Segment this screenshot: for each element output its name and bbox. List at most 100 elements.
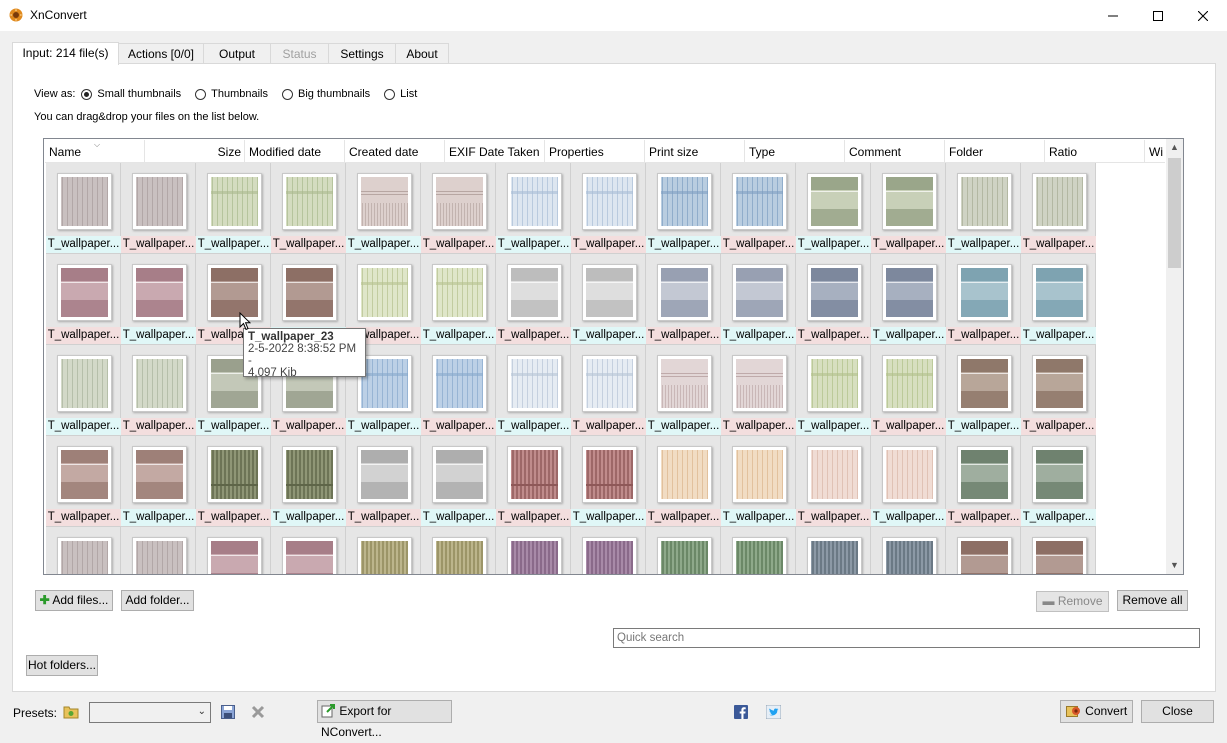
thumbnail-item[interactable]: T_wallpaper... xyxy=(271,163,346,254)
thumbnail-item[interactable]: T_wallpaper... xyxy=(496,163,571,254)
thumbnail-item[interactable]: T_wallpaper... xyxy=(571,527,646,574)
close-window-button[interactable] xyxy=(1180,0,1226,31)
thumbnail-item[interactable]: T_wallpaper... xyxy=(346,436,421,527)
thumbnail-item[interactable]: T_wallpaper... xyxy=(46,254,121,345)
scroll-up-icon[interactable]: ▲ xyxy=(1166,139,1183,156)
tab-input[interactable]: Input: 214 file(s) xyxy=(12,42,119,65)
thumbnail-item[interactable]: T_wallpaper... xyxy=(346,527,421,574)
thumbnail-item[interactable]: T_wallpaper... xyxy=(721,436,796,527)
thumbnail-item[interactable]: T_wallpaper... xyxy=(421,345,496,436)
thumbnail-item[interactable]: T_wallpaper... xyxy=(571,345,646,436)
delete-icon[interactable] xyxy=(251,705,265,719)
thumbnail-item[interactable]: T_wallpaper... xyxy=(946,254,1021,345)
thumbnail-item[interactable]: T_wallpaper... xyxy=(1021,254,1096,345)
thumbnail-item[interactable]: T_wallpaper... xyxy=(646,254,721,345)
thumbnail-item[interactable]: T_wallpaper... xyxy=(421,436,496,527)
twitter-icon[interactable] xyxy=(766,705,781,719)
thumbnail-item[interactable]: T_wallpaper... xyxy=(646,345,721,436)
scroll-down-icon[interactable]: ▼ xyxy=(1166,557,1183,574)
thumbnail-item[interactable]: T_wallpaper... xyxy=(196,436,271,527)
vertical-scrollbar[interactable]: ▲ ▼ xyxy=(1166,139,1183,574)
minimize-button[interactable] xyxy=(1090,0,1136,31)
thumbnail-item[interactable]: T_wallpaper... xyxy=(871,527,946,574)
radio-list[interactable]: List xyxy=(384,88,417,100)
maximize-button[interactable] xyxy=(1135,0,1181,31)
thumbnail-item[interactable]: T_wallpaper... xyxy=(196,163,271,254)
remove-button[interactable]: ▬ Remove xyxy=(1036,591,1109,612)
thumbnail-item[interactable]: T_wallpaper... xyxy=(721,345,796,436)
file-list[interactable]: Name ⌵ Size Modified date Created date E… xyxy=(43,138,1184,575)
thumbnail-item[interactable]: T_wallpaper... xyxy=(121,163,196,254)
thumbnail-item[interactable]: T_wallpaper... xyxy=(421,254,496,345)
thumbnail-item[interactable]: T_wallpaper... xyxy=(496,254,571,345)
thumbnail-item[interactable]: T_wallpaper... xyxy=(871,345,946,436)
thumbnail-item[interactable]: T_wallpaper... xyxy=(946,527,1021,574)
thumbnail-item[interactable]: T_wallpaper... xyxy=(496,345,571,436)
tab-settings[interactable]: Settings xyxy=(328,43,396,64)
thumbnail-item[interactable]: T_wallpaper... xyxy=(46,163,121,254)
column-created-date[interactable]: Created date xyxy=(345,140,445,162)
thumbnail-item[interactable]: T_wallpaper... xyxy=(796,254,871,345)
column-folder[interactable]: Folder xyxy=(945,140,1045,162)
thumbnail-item[interactable]: T_wallpaper... xyxy=(796,345,871,436)
radio-thumbnails[interactable]: Thumbnails xyxy=(195,88,268,100)
thumbnail-item[interactable]: T_wallpaper... xyxy=(1021,345,1096,436)
quick-search-input[interactable]: Quick search xyxy=(613,628,1200,648)
thumbnail-item[interactable]: T_wallpaper... xyxy=(871,254,946,345)
column-ratio[interactable]: Ratio xyxy=(1045,140,1145,162)
column-properties[interactable]: Properties xyxy=(545,140,645,162)
column-print-size[interactable]: Print size xyxy=(645,140,745,162)
facebook-icon[interactable] xyxy=(734,705,748,719)
thumbnail-item[interactable]: T_wallpaper... xyxy=(571,163,646,254)
thumbnail-item[interactable]: T_wallpaper... xyxy=(46,527,121,574)
add-files-button[interactable]: ✚ Add files... xyxy=(35,590,113,611)
thumbnail-item[interactable]: T_wallpaper... xyxy=(871,163,946,254)
thumbnail-item[interactable]: T_wallpaper... xyxy=(271,436,346,527)
thumbnail-item[interactable]: T_wallpaper... xyxy=(721,254,796,345)
tab-output[interactable]: Output xyxy=(203,43,271,64)
thumbnail-item[interactable]: T_wallpaper... xyxy=(646,163,721,254)
column-modified-date[interactable]: Modified date xyxy=(245,140,345,162)
thumbnail-item[interactable]: T_wallpaper... xyxy=(46,345,121,436)
column-type[interactable]: Type xyxy=(745,140,845,162)
radio-big-thumbnails[interactable]: Big thumbnails xyxy=(282,88,370,100)
thumbnail-item[interactable]: T_wallpaper... xyxy=(46,436,121,527)
column-size[interactable]: Size xyxy=(145,140,245,162)
thumbnail-item[interactable]: T_wallpaper... xyxy=(571,254,646,345)
save-icon[interactable] xyxy=(221,705,235,719)
thumbnail-item[interactable]: T_wallpaper... xyxy=(946,163,1021,254)
thumbnail-item[interactable]: T_wallpaper... xyxy=(496,527,571,574)
convert-button[interactable]: Convert xyxy=(1060,700,1133,723)
tab-actions[interactable]: Actions [0/0] xyxy=(118,43,204,64)
thumbnail-item[interactable]: T_wallpaper... xyxy=(1021,436,1096,527)
add-folder-button[interactable]: Add folder... xyxy=(121,590,194,611)
thumbnail-item[interactable]: T_wallpaper... xyxy=(1021,527,1096,574)
thumbnail-item[interactable]: T_wallpaper... xyxy=(121,345,196,436)
thumbnail-item[interactable]: T_wallpaper... xyxy=(871,436,946,527)
close-button[interactable]: Close xyxy=(1141,700,1214,723)
column-comment[interactable]: Comment xyxy=(845,140,945,162)
radio-small-thumbnails[interactable]: Small thumbnails xyxy=(81,88,181,100)
presets-dropdown[interactable]: ⌄ xyxy=(89,702,211,723)
thumbnail-item[interactable]: T_wallpaper... xyxy=(496,436,571,527)
hot-folders-button[interactable]: Hot folders... xyxy=(26,655,98,676)
thumbnail-item[interactable]: T_wallpaper... xyxy=(421,527,496,574)
thumbnail-item[interactable]: T_wallpaper... xyxy=(271,527,346,574)
thumbnail-item[interactable]: T_wallpaper... xyxy=(796,527,871,574)
column-exif-date[interactable]: EXIF Date Taken xyxy=(445,140,545,162)
thumbnail-item[interactable]: T_wallpaper... xyxy=(121,254,196,345)
scrollbar-thumb[interactable] xyxy=(1168,158,1181,268)
thumbnail-item[interactable]: T_wallpaper... xyxy=(1021,163,1096,254)
tab-status[interactable]: Status xyxy=(270,43,329,64)
thumbnail-item[interactable]: T_wallpaper... xyxy=(421,163,496,254)
thumbnail-item[interactable]: T_wallpaper... xyxy=(946,436,1021,527)
thumbnail-item[interactable]: T_wallpaper... xyxy=(196,527,271,574)
export-nconvert-button[interactable]: Export for NConvert... xyxy=(317,700,452,739)
remove-all-button[interactable]: Remove all xyxy=(1117,590,1188,611)
thumbnail-item[interactable]: T_wallpaper... xyxy=(346,163,421,254)
thumbnail-item[interactable]: T_wallpaper... xyxy=(646,527,721,574)
tab-about[interactable]: About xyxy=(395,43,449,64)
thumbnail-item[interactable]: T_wallpaper... xyxy=(721,163,796,254)
thumbnail-item[interactable]: T_wallpaper... xyxy=(646,436,721,527)
thumbnail-item[interactable]: T_wallpaper... xyxy=(121,436,196,527)
